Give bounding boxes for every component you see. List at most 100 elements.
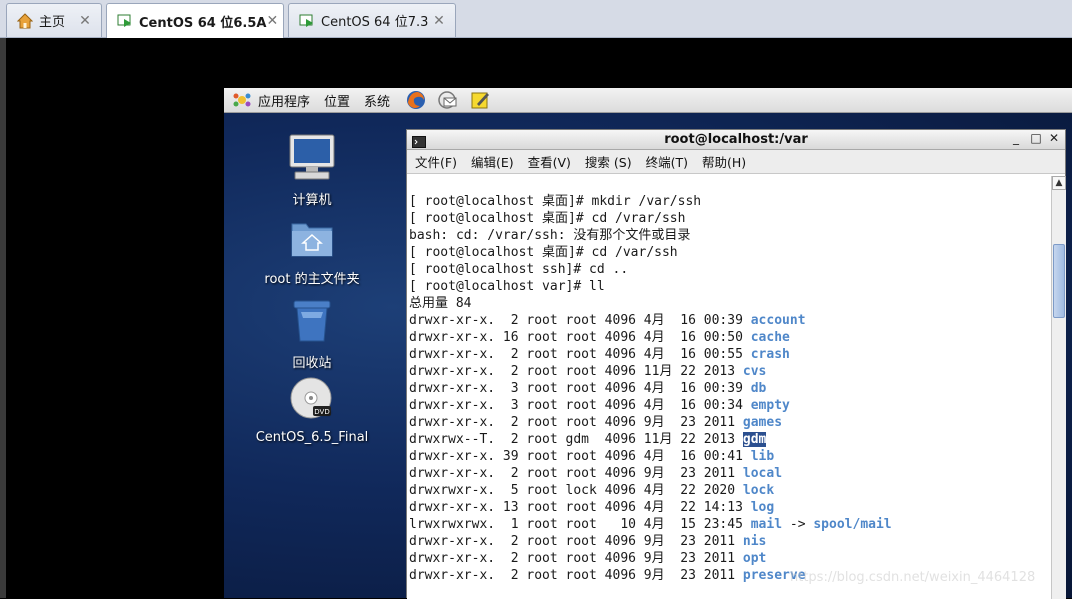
directory-name: opt bbox=[742, 551, 767, 566]
gnome-top-panel: 应用程序 位置 系统 bbox=[224, 88, 1072, 113]
symlink-arrow: -> bbox=[782, 517, 814, 532]
directory-name: cache bbox=[750, 330, 790, 345]
scroll-up-icon[interactable]: ▲ bbox=[1052, 176, 1066, 190]
vm-screen-border bbox=[6, 38, 1072, 88]
terminal-line: [ root@localhost 桌面]# mkdir /var/ssh bbox=[409, 193, 1051, 210]
terminal-titlebar[interactable]: root@localhost:/var _ □ ✕ bbox=[407, 130, 1065, 150]
menu-file[interactable]: 文件(F) bbox=[415, 152, 457, 171]
line-text: 总用量 84 bbox=[409, 296, 472, 311]
notes-icon[interactable] bbox=[468, 89, 492, 111]
scroll-thumb[interactable] bbox=[1053, 244, 1065, 318]
terminal-line: drwxr-xr-x. 2 root root 4096 9月 23 2011 … bbox=[409, 414, 1051, 431]
close-button[interactable]: ✕ bbox=[1045, 131, 1063, 145]
line-text: drwxr-xr-x. 2 root root 4096 9月 23 2011 bbox=[409, 551, 743, 566]
terminal-line: drwxr-xr-x. 2 root root 4096 4月 16 00:55… bbox=[409, 346, 1051, 363]
directory-name: account bbox=[750, 313, 806, 328]
terminal-line: drwxr-xr-x. 39 root root 4096 4月 16 00:4… bbox=[409, 448, 1051, 465]
mail-icon[interactable] bbox=[436, 89, 460, 111]
directory-name: nis bbox=[742, 534, 767, 549]
vm-tab-bar: 主页 ✕ CentOS 64 位6.5A ✕ CentOS 64 位7.3 ✕ bbox=[0, 0, 1072, 38]
line-text: [ root@localhost 桌面]# mkdir /var/ssh bbox=[409, 194, 702, 209]
desktop-icon-trash[interactable]: 回收站 bbox=[242, 298, 382, 371]
places-menu[interactable]: 位置 bbox=[324, 91, 350, 110]
line-text: drwxr-xr-x. 39 root root 4096 4月 16 00:4… bbox=[409, 449, 751, 464]
line-text: drwxr-xr-x. 2 root root 4096 11月 22 2013 bbox=[409, 364, 743, 379]
line-text: bash: cd: /vrar/ssh: 没有那个文件或目录 bbox=[409, 228, 691, 243]
line-text: drwxrwxr-x. 5 root lock 4096 4月 22 2020 bbox=[409, 483, 743, 498]
line-text: drwxr-xr-x. 2 root root 4096 4月 16 00:55 bbox=[409, 347, 751, 362]
menu-view[interactable]: 查看(V) bbox=[528, 152, 571, 171]
watermark: https://blog.csdn.net/weixin_4464128 bbox=[790, 570, 1036, 585]
line-text: drwxr-xr-x. 16 root root 4096 4月 16 00:5… bbox=[409, 330, 751, 345]
line-text: drwxr-xr-x. 3 root root 4096 4月 16 00:39 bbox=[409, 381, 751, 396]
symlink-target: spool/mail bbox=[813, 517, 892, 532]
menu-terminal[interactable]: 终端(T) bbox=[646, 152, 688, 171]
terminal-output[interactable]: [ root@localhost 桌面]# mkdir /var/ssh [ ro… bbox=[407, 176, 1051, 599]
terminal-line: drwxr-xr-x. 13 root root 4096 4月 22 14:1… bbox=[409, 499, 1051, 516]
line-text: drwxrwx--T. 2 root gdm 4096 11月 22 2013 bbox=[409, 432, 743, 447]
menu-edit[interactable]: 编辑(E) bbox=[471, 152, 514, 171]
close-tab-icon[interactable]: ✕ bbox=[75, 13, 95, 29]
gnome-foot-icon bbox=[232, 90, 252, 110]
terminal-line: 总用量 84 bbox=[409, 295, 1051, 312]
maximize-button[interactable]: □ bbox=[1027, 131, 1045, 145]
terminal-line: bash: cd: /vrar/ssh: 没有那个文件或目录 bbox=[409, 227, 1051, 244]
directory-name: crash bbox=[750, 347, 790, 362]
terminal-line: drwxr-xr-x. 3 root root 4096 4月 16 00:34… bbox=[409, 397, 1051, 414]
line-text: lrwxrwxrwx. 1 root root 10 4月 15 23:45 bbox=[409, 517, 751, 532]
line-text: [ root@localhost 桌面]# cd /vrar/ssh bbox=[409, 211, 686, 226]
terminal-line: drwxr-xr-x. 16 root root 4096 4月 16 00:5… bbox=[409, 329, 1051, 346]
terminal-line: [ root@localhost ssh]# cd .. bbox=[409, 261, 1051, 278]
firefox-icon[interactable] bbox=[404, 89, 428, 111]
terminal-line: drwxrwxr-x. 5 root lock 4096 4月 22 2020 … bbox=[409, 482, 1051, 499]
close-tab-icon[interactable]: ✕ bbox=[266, 13, 278, 29]
terminal-line: [ root@localhost var]# ll bbox=[409, 278, 1051, 295]
directory-name: cvs bbox=[742, 364, 767, 379]
line-text: drwxr-xr-x. 13 root root 4096 4月 22 14:1… bbox=[409, 500, 751, 515]
directory-name: db bbox=[750, 381, 767, 396]
computer-icon bbox=[242, 133, 382, 185]
system-menu[interactable]: 系统 bbox=[364, 91, 390, 110]
close-tab-icon[interactable]: ✕ bbox=[429, 13, 449, 29]
line-text: drwxr-xr-x. 2 root root 4096 9月 23 2011 bbox=[409, 534, 743, 549]
directory-name: mail bbox=[750, 517, 783, 532]
line-text: [ root@localhost var]# ll bbox=[409, 279, 605, 294]
menu-search[interactable]: 搜索 (S) bbox=[585, 152, 632, 171]
terminal-line: [ root@localhost 桌面]# cd /vrar/ssh bbox=[409, 210, 1051, 227]
line-text: drwxr-xr-x. 2 root root 4096 9月 23 2011 bbox=[409, 415, 743, 430]
directory-name: empty bbox=[750, 398, 790, 413]
desktop-icon-computer[interactable]: 计算机 bbox=[242, 133, 382, 208]
line-text: [ root@localhost 桌面]# cd /var/ssh bbox=[409, 245, 678, 260]
directory-name: log bbox=[750, 500, 775, 515]
dvd-icon: DVD bbox=[242, 376, 382, 426]
directory-name: local bbox=[742, 466, 783, 481]
desktop-icon-home-folder[interactable]: root 的主文件夹 bbox=[242, 216, 382, 287]
menu-help[interactable]: 帮助(H) bbox=[702, 152, 746, 171]
terminal-line: lrwxrwxrwx. 1 root root 10 4月 15 23:45 m… bbox=[409, 516, 1051, 533]
directory-name: gdm bbox=[742, 432, 767, 447]
terminal-line: drwxrwx--T. 2 root gdm 4096 11月 22 2013 … bbox=[409, 431, 1051, 448]
terminal-line: drwxr-xr-x. 2 root root 4096 9月 23 2011 … bbox=[409, 550, 1051, 567]
tab-home[interactable]: 主页 ✕ bbox=[6, 3, 102, 37]
applications-menu[interactable]: 应用程序 bbox=[232, 90, 310, 110]
terminal-window: root@localhost:/var _ □ ✕ 文件(F) 编辑(E) 查看… bbox=[406, 129, 1066, 599]
terminal-menubar: 文件(F) 编辑(E) 查看(V) 搜索 (S) 终端(T) 帮助(H) bbox=[407, 150, 1065, 174]
vm-play-icon bbox=[299, 13, 315, 29]
tab-centos-6-5[interactable]: CentOS 64 位6.5A ✕ bbox=[106, 3, 284, 38]
minimize-button[interactable]: _ bbox=[1007, 131, 1025, 145]
line-text: drwxr-xr-x. 2 root root 4096 9月 23 2011 bbox=[409, 466, 743, 481]
desktop-icon-dvd[interactable]: DVD CentOS_6.5_Final bbox=[242, 376, 382, 445]
trash-icon bbox=[242, 298, 382, 348]
tab-centos-7-3[interactable]: CentOS 64 位7.3 ✕ bbox=[288, 3, 456, 37]
terminal-line: drwxr-xr-x. 2 root root 4096 11月 22 2013… bbox=[409, 363, 1051, 380]
terminal-line: [ root@localhost 桌面]# cd /var/ssh bbox=[409, 244, 1051, 261]
terminal-line: drwxr-xr-x. 2 root root 4096 9月 23 2011 … bbox=[409, 533, 1051, 550]
terminal-line: drwxr-xr-x. 2 root root 4096 4月 16 00:39… bbox=[409, 312, 1051, 329]
terminal-title: root@localhost:/var bbox=[664, 132, 808, 147]
vm-frame bbox=[0, 38, 6, 598]
line-text: drwxr-xr-x. 3 root root 4096 4月 16 00:34 bbox=[409, 398, 751, 413]
svg-text:DVD: DVD bbox=[314, 408, 329, 416]
terminal-scrollbar[interactable]: ▲ bbox=[1051, 176, 1066, 599]
line-text: drwxr-xr-x. 2 root root 4096 9月 23 2011 bbox=[409, 568, 743, 583]
home-icon bbox=[16, 12, 34, 29]
